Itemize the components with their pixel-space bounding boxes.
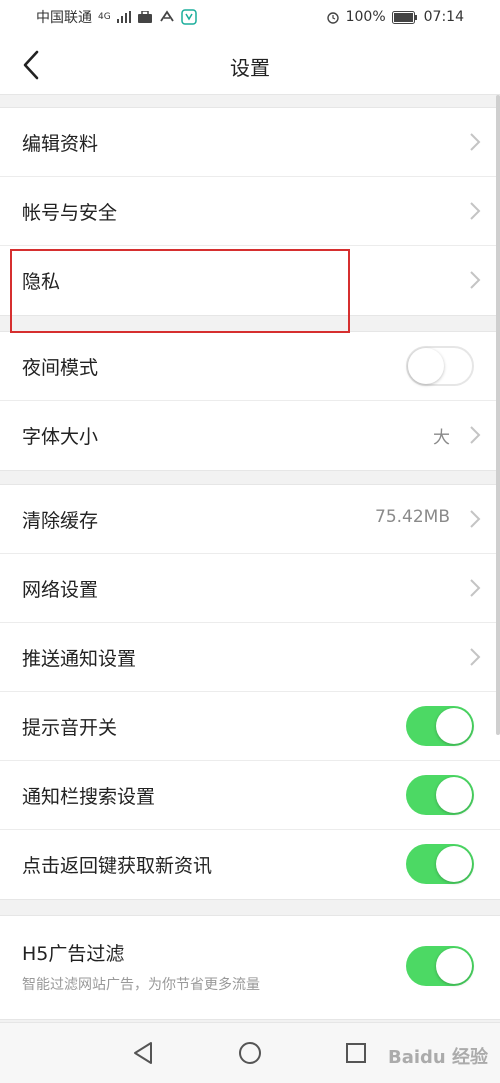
row-label: 推送通知设置 [22,648,137,670]
battery-percent: 100% [345,9,386,25]
row-label: 网络设置 [22,579,99,601]
nav-home-button[interactable] [235,1038,265,1068]
font-size-value: 大 [433,428,450,448]
alarm-icon [326,10,340,24]
settings-row-account-security[interactable]: 帐号与安全 [0,177,500,246]
watermark-text: Baidu 经验 [387,1047,488,1068]
row-label: 通知栏搜索设置 [22,786,156,808]
chevron-right-icon [470,426,481,444]
briefcase-icon [137,10,153,24]
sound-toggle[interactable] [406,706,474,746]
cache-size-value: 75.42MB [375,507,450,527]
settings-row-back-refresh: 点击返回键获取新资讯 [0,830,500,899]
nav-recents-button[interactable] [341,1038,371,1068]
toggle-knob [436,948,472,984]
notification-search-toggle[interactable] [406,775,474,815]
settings-row-font-size[interactable]: 字体大小 大 [0,401,500,470]
highlight-box [10,249,350,333]
battery-icon [391,10,418,24]
square-recents-icon [346,1043,366,1063]
chevron-right-icon [470,648,481,666]
chevron-right-icon [470,579,481,597]
chevron-right-icon [470,202,481,220]
row-subtitle: 智能过滤网站广告，为你节省更多流量 [22,977,260,993]
toggle-knob [436,846,472,882]
network-type: 4G [98,12,111,22]
system-nav-bar: Baidu 经验 [0,1022,500,1083]
chevron-right-icon [470,510,481,528]
h5-ad-filter-toggle[interactable] [406,946,474,986]
toggle-knob [408,348,444,384]
settings-row-night-mode: 夜间模式 [0,332,500,401]
app-notification-icon [159,10,175,24]
row-label: 帐号与安全 [22,202,118,224]
header: 设置 [0,34,500,95]
back-refresh-toggle[interactable] [406,844,474,884]
nav-back-button[interactable] [128,1038,158,1068]
row-label: 提示音开关 [22,717,118,739]
night-mode-toggle[interactable] [406,346,474,386]
settings-row-network[interactable]: 网络设置 [0,554,500,623]
settings-row-clear-cache[interactable]: 清除缓存 75.42MB [0,485,500,554]
mi-app-icon [180,9,197,25]
row-label: H5广告过滤 [22,943,125,965]
row-label: 点击返回键获取新资讯 [22,855,213,877]
settings-row-push-notifications[interactable]: 推送通知设置 [0,623,500,692]
row-label: 字体大小 [22,426,99,448]
scrollbar[interactable] [496,95,500,735]
settings-row-edit-profile[interactable]: 编辑资料 [0,108,500,177]
settings-group-ads: H5广告过滤 智能过滤网站广告，为你节省更多流量 [0,915,500,1020]
row-label: 夜间模式 [22,357,99,379]
row-label: 编辑资料 [22,133,99,155]
page-title: 设置 [230,56,270,80]
status-bar: 中国联通 4G 100% 07:14 [0,0,500,34]
signal-icon [116,11,131,23]
circle-home-icon [239,1042,261,1064]
settings-row-notification-search: 通知栏搜索设置 [0,761,500,830]
settings-row-h5-ad-filter: H5广告过滤 智能过滤网站广告，为你节省更多流量 [0,916,500,1019]
triangle-back-icon [134,1042,152,1064]
settings-group-display: 夜间模式 字体大小 大 [0,331,500,471]
toggle-knob [436,777,472,813]
chevron-right-icon [470,271,481,289]
clock-time: 07:14 [423,9,464,25]
settings-group-general: 清除缓存 75.42MB 网络设置 推送通知设置 提示音开关 通知栏搜索设置 点… [0,484,500,900]
chevron-right-icon [470,133,481,151]
settings-row-sound: 提示音开关 [0,692,500,761]
toggle-knob [436,708,472,744]
row-label: 清除缓存 [22,510,99,532]
carrier-name: 中国联通 [36,10,92,26]
